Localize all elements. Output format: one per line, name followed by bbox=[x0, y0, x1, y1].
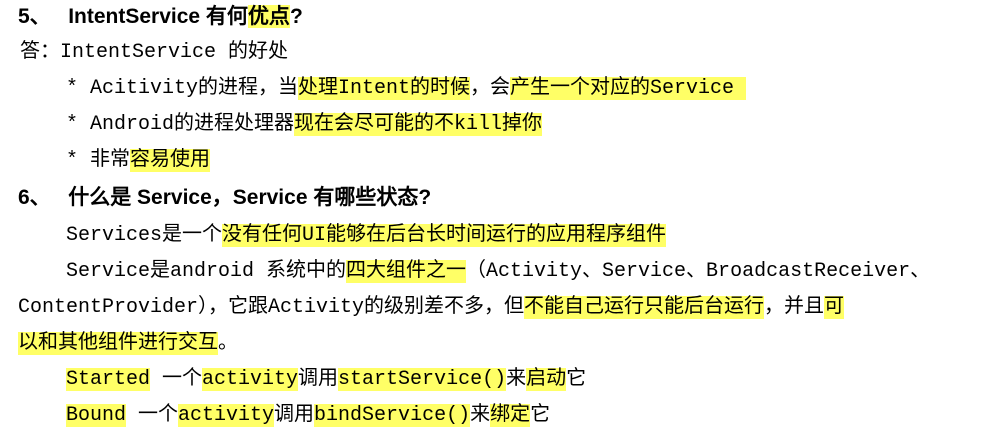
highlighted-text: activity bbox=[178, 404, 275, 427]
question-number: 6、 bbox=[18, 186, 51, 209]
highlighted-text: bindService() bbox=[314, 404, 471, 427]
state-bound-line: Bound 一个activity调用bindService()来绑定它 bbox=[66, 401, 550, 431]
paragraph-text: Service是android 系统中的 bbox=[66, 260, 347, 283]
state-text: 调用 bbox=[298, 368, 339, 391]
highlighted-text: 产生一个对应的Service bbox=[510, 77, 747, 100]
paragraph-text: （Activity、Service、BroadcastReceiver、 bbox=[466, 260, 931, 283]
highlighted-text: 现在会尽可能的不kill掉你 bbox=[294, 113, 543, 136]
highlighted-text: 可 bbox=[824, 296, 845, 319]
state-started-line: Started 一个activity调用startService()来启动它 bbox=[66, 365, 586, 395]
highlighted-text: 以和其他组件进行交互 bbox=[18, 332, 218, 355]
highlighted-text: 没有任何UI能够在后台长时间运行的应用程序组件 bbox=[222, 224, 667, 247]
state-text: 一个 bbox=[126, 404, 179, 427]
state-text: 它 bbox=[530, 404, 551, 427]
highlighted-text: 不能自己运行只能后台运行 bbox=[524, 296, 765, 319]
bullet-text: * Acitivity的进程，当 bbox=[66, 77, 299, 100]
bullet-item: * Acitivity的进程，当处理Intent的时候，会产生一个对应的Serv… bbox=[66, 74, 747, 104]
bullet-item: * Android的进程处理器现在会尽可能的不kill掉你 bbox=[66, 110, 543, 140]
state-name: Bound bbox=[66, 404, 127, 427]
highlighted-text: 绑定 bbox=[490, 404, 531, 427]
bullet-text: * Android的进程处理器 bbox=[66, 113, 295, 136]
paragraph-text: 。 bbox=[218, 332, 238, 355]
state-name: Started bbox=[66, 368, 151, 391]
paragraph-text: ，并且 bbox=[764, 296, 825, 319]
state-text: 调用 bbox=[274, 404, 315, 427]
highlighted-text: 四大组件之一 bbox=[346, 260, 467, 283]
highlighted-text: 启动 bbox=[526, 368, 567, 391]
highlighted-text: 处理Intent的时候 bbox=[298, 77, 471, 100]
paragraph-line: 以和其他组件进行交互。 bbox=[18, 329, 238, 359]
state-text: 它 bbox=[566, 368, 587, 391]
state-text: 来 bbox=[506, 368, 527, 391]
answer-label: 答： bbox=[20, 41, 60, 64]
highlighted-text: 优点 bbox=[247, 5, 290, 28]
answer-5-line: 答：IntentService 的好处 bbox=[20, 38, 288, 68]
question-mark: ? bbox=[289, 5, 303, 28]
paragraph-text: ContentProvider），它跟Activity的级别差不多，但 bbox=[18, 296, 525, 319]
state-text: 一个 bbox=[150, 368, 203, 391]
highlighted-text: activity bbox=[202, 368, 299, 391]
question-6-heading: 6、 什么是 Service，Service 有哪些状态? bbox=[18, 183, 431, 213]
state-text: 来 bbox=[470, 404, 491, 427]
highlighted-text: 容易使用 bbox=[130, 149, 211, 172]
paragraph-line: Service是android 系统中的四大组件之一（Activity、Serv… bbox=[66, 257, 930, 287]
question-text: 什么是 Service，Service 有哪些状态? bbox=[68, 186, 432, 209]
answer-text: IntentService 的好处 bbox=[60, 41, 289, 64]
paragraph-line: ContentProvider），它跟Activity的级别差不多，但不能自己运… bbox=[18, 293, 845, 323]
highlighted-text: startService() bbox=[338, 368, 507, 391]
bullet-item: * 非常容易使用 bbox=[66, 146, 211, 176]
question-5-heading: 5、 IntentService 有何优点? bbox=[18, 2, 303, 32]
bullet-text: ，会 bbox=[470, 77, 511, 100]
paragraph-text: Services是一个 bbox=[66, 224, 223, 247]
bullet-text: * 非常 bbox=[66, 149, 131, 172]
question-number: 5、 bbox=[18, 5, 51, 28]
paragraph-line: Services是一个没有任何UI能够在后台长时间运行的应用程序组件 bbox=[66, 221, 667, 251]
question-text: IntentService 有何 bbox=[68, 5, 248, 28]
